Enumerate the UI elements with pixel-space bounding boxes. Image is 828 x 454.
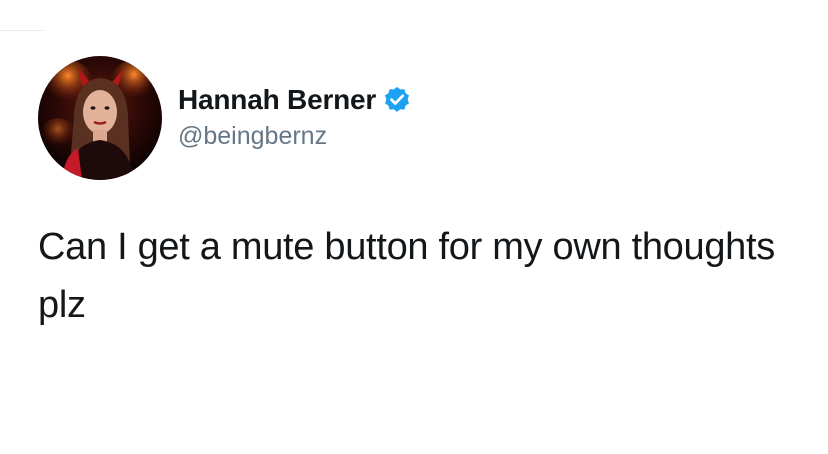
tweet-text: Can I get a mute button for my own thoug… xyxy=(38,226,775,326)
avatar-image xyxy=(38,56,162,180)
user-handle[interactable]: @beingbernz xyxy=(178,122,412,151)
display-name[interactable]: Hannah Berner xyxy=(178,84,376,116)
tweet-header: Hannah Berner @beingbernz xyxy=(38,56,798,180)
name-row: Hannah Berner xyxy=(178,84,412,116)
tweet-card: Hannah Berner @beingbernz Can I get a mu… xyxy=(38,56,798,334)
author-identity: Hannah Berner @beingbernz xyxy=(178,84,412,151)
avatar[interactable] xyxy=(38,56,162,180)
verified-badge-icon xyxy=(382,85,412,115)
top-divider xyxy=(0,30,44,31)
